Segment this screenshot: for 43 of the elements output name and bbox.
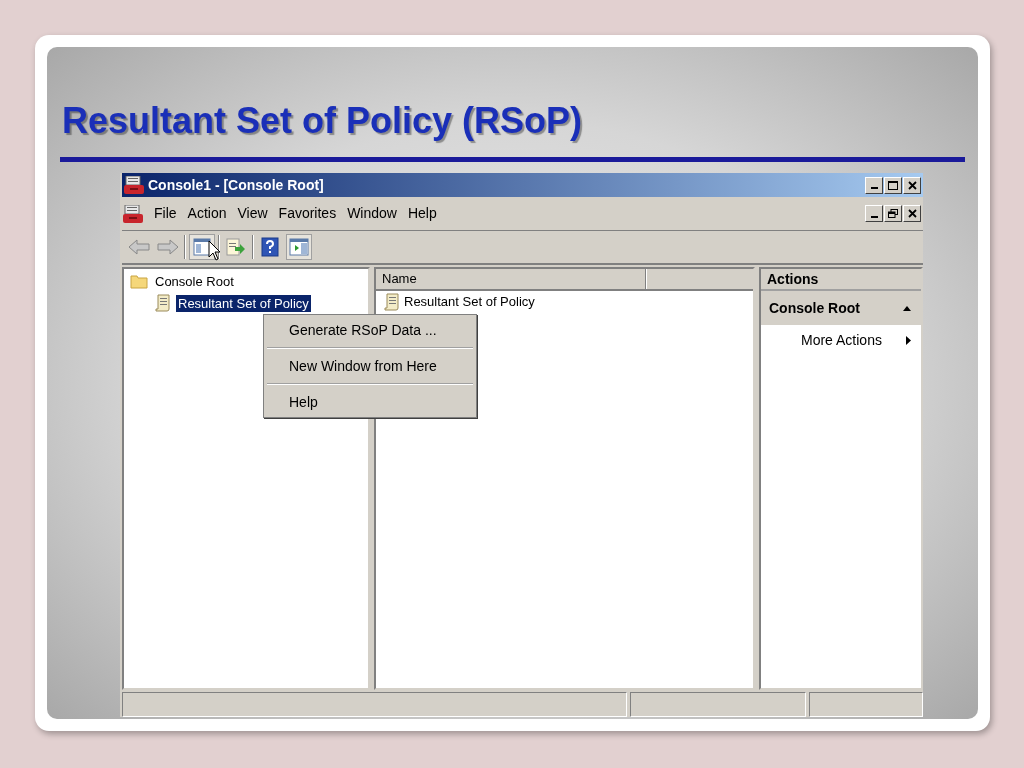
section-title: Console Root	[769, 298, 860, 318]
window-title: Console1 - [Console Root]	[148, 175, 324, 195]
scroll-icon	[155, 294, 171, 312]
context-menu-item[interactable]: Generate RSoP Data ...	[267, 317, 473, 343]
tree-pane-icon	[193, 238, 211, 256]
minimize-icon	[870, 215, 878, 218]
folder-icon	[130, 273, 148, 289]
actions-section[interactable]: Console Root	[761, 291, 921, 325]
toolbox-icon	[124, 176, 144, 194]
close-button[interactable]	[903, 176, 921, 194]
slide-title: Resultant Set of Policy (RSoP)	[62, 99, 583, 143]
tree-item[interactable]: Resultant Set of Policy	[176, 294, 311, 312]
maximize-button[interactable]	[884, 176, 902, 194]
minimize-button[interactable]	[865, 176, 883, 194]
maximize-icon	[888, 180, 898, 190]
list-item[interactable]: Resultant Set of Policy	[404, 292, 535, 312]
restore-button[interactable]	[884, 205, 902, 222]
context-menu-item[interactable]: Help	[267, 389, 473, 415]
scroll-icon	[384, 293, 400, 311]
action-pane-icon	[289, 238, 309, 256]
export-list-icon	[226, 238, 246, 256]
restore-icon	[888, 209, 898, 218]
minimize-icon	[870, 187, 878, 189]
help-icon	[261, 237, 279, 257]
menu-item[interactable]: File	[149, 203, 182, 224]
tree-item[interactable]: Console Root	[153, 272, 236, 290]
minimize-button[interactable]	[865, 205, 883, 222]
forward-arrow-icon	[157, 239, 179, 255]
toolbar-button[interactable]	[286, 234, 312, 260]
menu-item[interactable]: Action	[182, 203, 232, 224]
close-button[interactable]	[903, 205, 921, 222]
toolbox-icon	[123, 204, 143, 223]
actions-header: Actions	[761, 269, 921, 291]
menu-item[interactable]: Help	[402, 203, 442, 224]
menu-item[interactable]: View	[232, 203, 273, 224]
caret-icon	[906, 335, 911, 345]
menu-item[interactable]: Favorites	[273, 203, 342, 224]
close-icon	[907, 180, 917, 190]
context-menu-item[interactable]: New Window from Here	[267, 353, 473, 379]
action-link[interactable]: More Actions	[801, 329, 882, 351]
close-icon	[907, 209, 917, 218]
back-arrow-icon	[128, 239, 150, 255]
menu-item[interactable]: Window	[342, 203, 402, 224]
